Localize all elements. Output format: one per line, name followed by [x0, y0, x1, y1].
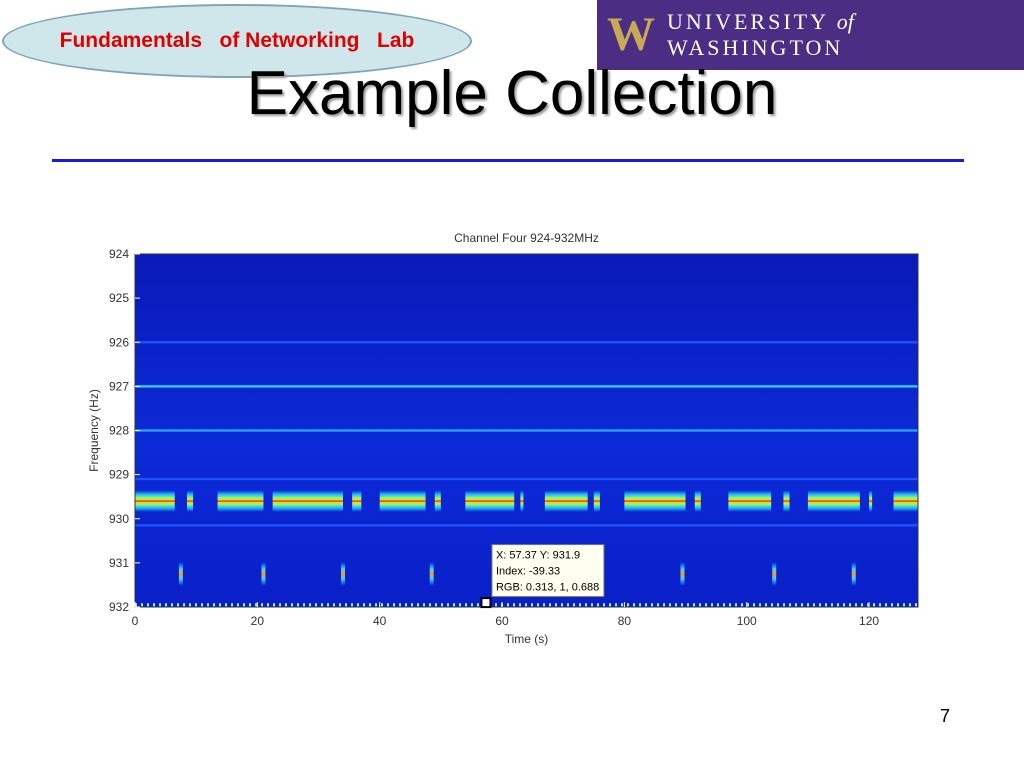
x-tick-label-100: 100 — [737, 614, 757, 628]
band-segment-10 — [593, 490, 600, 513]
band-segment-1 — [186, 490, 194, 513]
burst-3 — [429, 561, 434, 586]
band-segment-16 — [869, 490, 873, 513]
x-tick-label-40: 40 — [373, 614, 387, 628]
y-tick-label-924: 924 — [109, 247, 129, 261]
uw-word-university: UNIVERSITY — [667, 9, 829, 34]
band-segment-5 — [379, 490, 426, 513]
band-segment-15 — [807, 490, 860, 513]
y-tick-label-928: 928 — [109, 424, 129, 438]
burst-5 — [772, 561, 777, 586]
band-segment-4 — [352, 490, 362, 513]
burst-1 — [261, 561, 266, 586]
band-segment-9 — [544, 490, 588, 513]
steady-line-4 — [135, 524, 918, 527]
x-axis-label: Time (s) — [505, 632, 549, 646]
y-tick-label-931: 931 — [109, 556, 129, 570]
uw-word-of: of — [836, 9, 854, 34]
band-segment-17 — [893, 490, 918, 513]
band-segment-2 — [217, 490, 264, 513]
burst-4 — [680, 561, 685, 586]
band-segment-13 — [728, 490, 772, 513]
x-tick-label-120: 120 — [859, 614, 879, 628]
datatip-marker — [480, 597, 492, 609]
title-divider — [52, 159, 964, 162]
slide-title: Example Collection — [246, 59, 778, 128]
x-tick-label-60: 60 — [495, 614, 509, 628]
band-segment-3 — [272, 490, 343, 513]
x-tick-label-0: 0 — [132, 614, 139, 628]
y-tick-label-925: 925 — [109, 291, 129, 305]
y-tick-label-929: 929 — [109, 468, 129, 482]
burst-0 — [178, 561, 183, 586]
burst-2 — [340, 561, 345, 586]
y-tick-label-927: 927 — [109, 379, 129, 393]
steady-line-1 — [135, 385, 918, 388]
y-tick-label-930: 930 — [109, 512, 129, 526]
uw-w-mark: W — [607, 8, 655, 61]
uw-word-washington: WASHINGTON — [667, 35, 844, 60]
datatip-index: Index: -39.33 — [496, 566, 560, 578]
x-tick-label-20: 20 — [251, 614, 265, 628]
steady-line-3 — [135, 477, 918, 481]
band-segment-6 — [434, 490, 441, 513]
band-segment-14 — [783, 490, 790, 513]
burst-6 — [851, 561, 856, 586]
y-tick-label-926: 926 — [109, 335, 129, 349]
band-segment-12 — [694, 490, 701, 513]
datatip-rgb: RGB: 0.313, 1, 0.688 — [496, 582, 599, 594]
y-tick-label-932: 932 — [109, 600, 129, 614]
course-title-text: Fundamentals of Networking Lab — [59, 29, 415, 52]
uw-wordmark: UNIVERSITY of WASHINGTON — [667, 9, 1024, 61]
spectrogram-chart: 924 925 926 927 928 929 930 931 9320 20 40 60 80 100 1… — [87, 231, 919, 646]
datatip-xy: X: 57.37 Y: 931.9 — [496, 550, 580, 562]
band-segment-7 — [465, 490, 515, 513]
x-tick-label-80: 80 — [618, 614, 632, 628]
chart-title: Channel Four 924-932MHz — [454, 231, 599, 245]
steady-line-2 — [135, 429, 918, 432]
y-axis-label: Frequency (Hz) — [87, 389, 101, 472]
band-segment-0 — [135, 490, 175, 513]
page-number: 7 — [940, 706, 951, 726]
steady-line-0 — [135, 341, 918, 344]
band-segment-11 — [624, 490, 686, 513]
band-segment-8 — [520, 490, 524, 513]
